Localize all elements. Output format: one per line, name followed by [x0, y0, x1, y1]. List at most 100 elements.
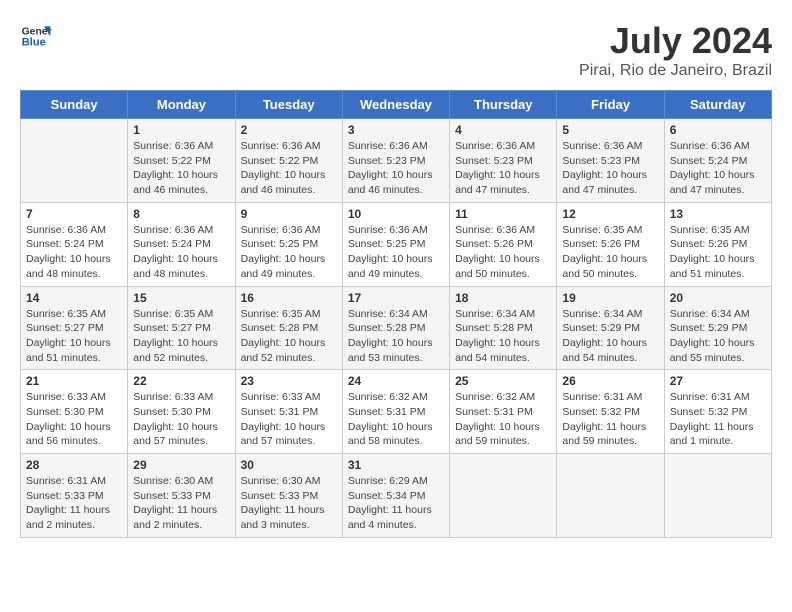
day-number: 6 [670, 123, 766, 137]
day-number: 2 [241, 123, 337, 137]
day-info: Sunrise: 6:36 AM Sunset: 5:24 PM Dayligh… [26, 223, 122, 282]
day-number: 31 [348, 458, 444, 472]
title-block: July 2024 Pirai, Rio de Janeiro, Brazil [579, 20, 772, 80]
day-info: Sunrise: 6:34 AM Sunset: 5:28 PM Dayligh… [455, 307, 551, 366]
day-info: Sunrise: 6:34 AM Sunset: 5:29 PM Dayligh… [562, 307, 658, 366]
calendar-cell: 14 Sunrise: 6:35 AM Sunset: 5:27 PM Dayli… [21, 286, 128, 370]
calendar-cell: 5 Sunrise: 6:36 AM Sunset: 5:23 PM Daylig… [557, 119, 664, 203]
day-info: Sunrise: 6:35 AM Sunset: 5:27 PM Dayligh… [133, 307, 229, 366]
day-info: Sunrise: 6:36 AM Sunset: 5:25 PM Dayligh… [348, 223, 444, 282]
day-number: 5 [562, 123, 658, 137]
day-info: Sunrise: 6:33 AM Sunset: 5:30 PM Dayligh… [133, 390, 229, 449]
calendar-cell: 13 Sunrise: 6:35 AM Sunset: 5:26 PM Dayli… [664, 202, 771, 286]
header-row: SundayMondayTuesdayWednesdayThursdayFrid… [21, 91, 772, 119]
calendar-cell: 4 Sunrise: 6:36 AM Sunset: 5:23 PM Daylig… [450, 119, 557, 203]
day-number: 26 [562, 374, 658, 388]
day-info: Sunrise: 6:30 AM Sunset: 5:33 PM Dayligh… [133, 474, 229, 533]
day-info: Sunrise: 6:34 AM Sunset: 5:29 PM Dayligh… [670, 307, 766, 366]
day-number: 3 [348, 123, 444, 137]
calendar-cell: 2Sunrise: 6:36 AM Sunset: 5:22 PM Daylig… [235, 119, 342, 203]
day-number: 4 [455, 123, 551, 137]
day-info: Sunrise: 6:36 AM Sunset: 5:24 PM Dayligh… [670, 139, 766, 198]
day-info: Sunrise: 6:31 AM Sunset: 5:32 PM Dayligh… [670, 390, 766, 449]
day-number: 13 [670, 207, 766, 221]
calendar-cell [21, 119, 128, 203]
day-number: 24 [348, 374, 444, 388]
day-number: 27 [670, 374, 766, 388]
logo-icon: General Blue [20, 20, 52, 52]
day-number: 9 [241, 207, 337, 221]
page-header: General Blue July 2024 Pirai, Rio de Jan… [20, 20, 772, 80]
day-info: Sunrise: 6:35 AM Sunset: 5:27 PM Dayligh… [26, 307, 122, 366]
day-number: 8 [133, 207, 229, 221]
day-info: Sunrise: 6:29 AM Sunset: 5:34 PM Dayligh… [348, 474, 444, 533]
day-info: Sunrise: 6:36 AM Sunset: 5:22 PM Dayligh… [133, 139, 229, 198]
day-number: 17 [348, 291, 444, 305]
calendar-table: SundayMondayTuesdayWednesdayThursdayFrid… [20, 90, 772, 538]
calendar-week-2: 7Sunrise: 6:36 AM Sunset: 5:24 PM Daylig… [21, 202, 772, 286]
day-info: Sunrise: 6:35 AM Sunset: 5:28 PM Dayligh… [241, 307, 337, 366]
header-cell-thursday: Thursday [450, 91, 557, 119]
main-title: July 2024 [579, 20, 772, 62]
calendar-cell [664, 454, 771, 538]
header-cell-monday: Monday [128, 91, 235, 119]
calendar-cell: 18 Sunrise: 6:34 AM Sunset: 5:28 PM Dayli… [450, 286, 557, 370]
day-info: Sunrise: 6:32 AM Sunset: 5:31 PM Dayligh… [348, 390, 444, 449]
logo: General Blue [20, 20, 52, 52]
day-number: 11 [455, 207, 551, 221]
day-number: 18 [455, 291, 551, 305]
day-info: Sunrise: 6:36 AM Sunset: 5:23 PM Dayligh… [562, 139, 658, 198]
day-info: Sunrise: 6:34 AM Sunset: 5:28 PM Dayligh… [348, 307, 444, 366]
day-info: Sunrise: 6:33 AM Sunset: 5:31 PM Dayligh… [241, 390, 337, 449]
calendar-cell: 16 Sunrise: 6:35 AM Sunset: 5:28 PM Dayli… [235, 286, 342, 370]
day-info: Sunrise: 6:36 AM Sunset: 5:25 PM Dayligh… [241, 223, 337, 282]
calendar-cell: 31 Sunrise: 6:29 AM Sunset: 5:34 PM Dayli… [342, 454, 449, 538]
day-number: 22 [133, 374, 229, 388]
calendar-cell: 12Sunrise: 6:35 AM Sunset: 5:26 PM Dayli… [557, 202, 664, 286]
day-number: 10 [348, 207, 444, 221]
calendar-cell: 21 Sunrise: 6:33 AM Sunset: 5:30 PM Dayli… [21, 370, 128, 454]
day-info: Sunrise: 6:36 AM Sunset: 5:23 PM Dayligh… [348, 139, 444, 198]
calendar-cell: 15Sunrise: 6:35 AM Sunset: 5:27 PM Dayli… [128, 286, 235, 370]
day-number: 19 [562, 291, 658, 305]
svg-text:Blue: Blue [22, 37, 46, 49]
calendar-cell: 23Sunrise: 6:33 AM Sunset: 5:31 PM Dayli… [235, 370, 342, 454]
calendar-cell: 28 Sunrise: 6:31 AM Sunset: 5:33 PM Dayli… [21, 454, 128, 538]
calendar-cell: 3 Sunrise: 6:36 AM Sunset: 5:23 PM Daylig… [342, 119, 449, 203]
calendar-cell: 27 Sunrise: 6:31 AM Sunset: 5:32 PM Dayli… [664, 370, 771, 454]
day-info: Sunrise: 6:36 AM Sunset: 5:24 PM Dayligh… [133, 223, 229, 282]
day-number: 16 [241, 291, 337, 305]
calendar-cell: 25Sunrise: 6:32 AM Sunset: 5:31 PM Dayli… [450, 370, 557, 454]
calendar-cell: 9 Sunrise: 6:36 AM Sunset: 5:25 PM Daylig… [235, 202, 342, 286]
calendar-cell [557, 454, 664, 538]
day-info: Sunrise: 6:33 AM Sunset: 5:30 PM Dayligh… [26, 390, 122, 449]
day-info: Sunrise: 6:31 AM Sunset: 5:33 PM Dayligh… [26, 474, 122, 533]
day-number: 21 [26, 374, 122, 388]
calendar-week-3: 14 Sunrise: 6:35 AM Sunset: 5:27 PM Dayli… [21, 286, 772, 370]
calendar-cell: 7Sunrise: 6:36 AM Sunset: 5:24 PM Daylig… [21, 202, 128, 286]
day-number: 20 [670, 291, 766, 305]
calendar-cell: 20 Sunrise: 6:34 AM Sunset: 5:29 PM Dayli… [664, 286, 771, 370]
day-number: 12 [562, 207, 658, 221]
calendar-cell: 19 Sunrise: 6:34 AM Sunset: 5:29 PM Dayli… [557, 286, 664, 370]
calendar-header: SundayMondayTuesdayWednesdayThursdayFrid… [21, 91, 772, 119]
day-number: 30 [241, 458, 337, 472]
header-cell-wednesday: Wednesday [342, 91, 449, 119]
day-info: Sunrise: 6:36 AM Sunset: 5:23 PM Dayligh… [455, 139, 551, 198]
header-cell-sunday: Sunday [21, 91, 128, 119]
calendar-week-1: 1 Sunrise: 6:36 AM Sunset: 5:22 PM Daylig… [21, 119, 772, 203]
day-info: Sunrise: 6:35 AM Sunset: 5:26 PM Dayligh… [670, 223, 766, 282]
day-info: Sunrise: 6:36 AM Sunset: 5:26 PM Dayligh… [455, 223, 551, 282]
day-number: 28 [26, 458, 122, 472]
calendar-cell: 17 Sunrise: 6:34 AM Sunset: 5:28 PM Dayli… [342, 286, 449, 370]
calendar-cell: 30Sunrise: 6:30 AM Sunset: 5:33 PM Dayli… [235, 454, 342, 538]
calendar-cell: 8 Sunrise: 6:36 AM Sunset: 5:24 PM Daylig… [128, 202, 235, 286]
calendar-cell [450, 454, 557, 538]
day-number: 25 [455, 374, 551, 388]
calendar-body: 1 Sunrise: 6:36 AM Sunset: 5:22 PM Daylig… [21, 119, 772, 538]
day-number: 1 [133, 123, 229, 137]
calendar-cell: 24 Sunrise: 6:32 AM Sunset: 5:31 PM Dayli… [342, 370, 449, 454]
day-number: 14 [26, 291, 122, 305]
header-cell-saturday: Saturday [664, 91, 771, 119]
day-info: Sunrise: 6:31 AM Sunset: 5:32 PM Dayligh… [562, 390, 658, 449]
